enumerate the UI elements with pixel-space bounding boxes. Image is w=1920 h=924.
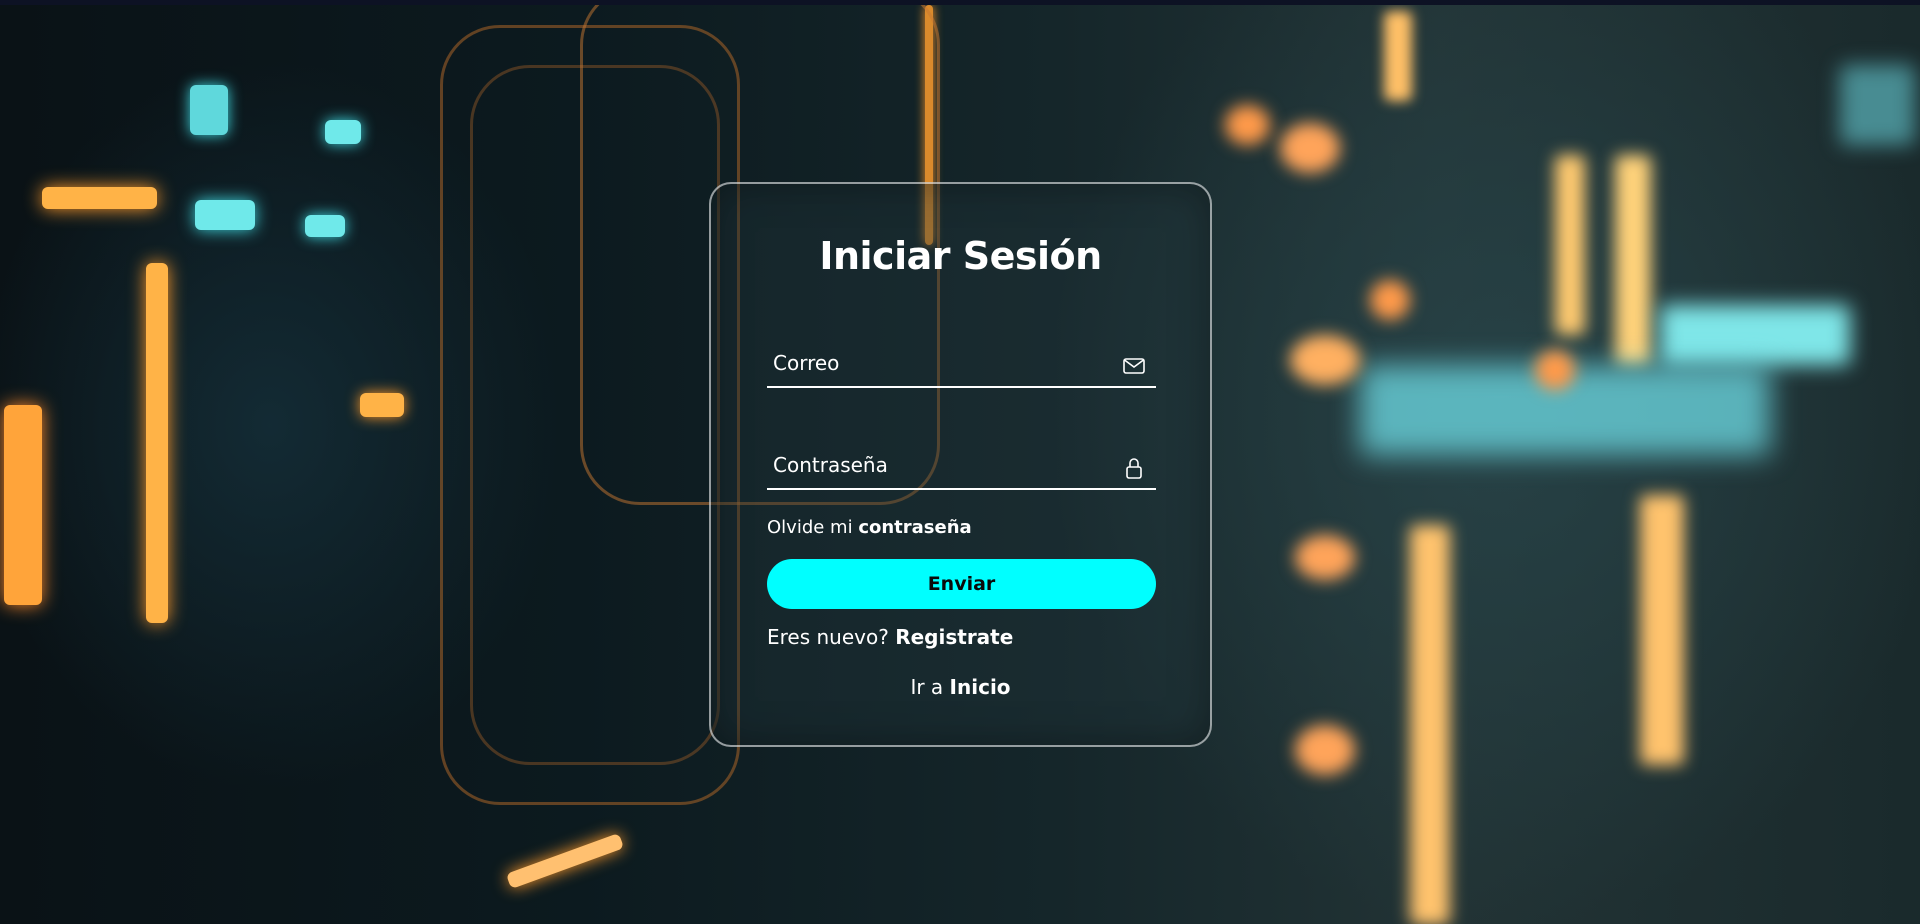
decor-light xyxy=(505,832,625,890)
decor-light xyxy=(305,215,345,237)
decor-bokeh xyxy=(1535,350,1575,390)
decor-bokeh xyxy=(1295,725,1355,775)
home-row: Ir a Inicio xyxy=(711,675,1210,699)
decor-bokeh xyxy=(1370,280,1410,320)
decor-light xyxy=(1640,495,1684,765)
decor-light xyxy=(1840,65,1915,145)
decor-light xyxy=(146,263,168,623)
submit-button[interactable]: Enviar xyxy=(767,559,1156,609)
password-field-wrapper xyxy=(767,442,1156,490)
forgot-password-row: Olvide mi contraseña xyxy=(767,517,972,538)
forgot-password-link[interactable]: contraseña xyxy=(858,517,971,538)
decor-bokeh xyxy=(1295,535,1355,580)
decor-bokeh xyxy=(1290,335,1360,385)
login-card: Iniciar Sesión Olvide mi contraseña Envi… xyxy=(709,182,1212,747)
register-prefix: Eres nuevo? xyxy=(767,625,889,649)
decor-light xyxy=(1615,155,1651,365)
decor-light xyxy=(1660,305,1850,365)
email-field-wrapper xyxy=(767,340,1156,388)
mail-icon xyxy=(1122,354,1146,378)
forgot-password-prefix: Olvide mi xyxy=(767,517,853,538)
decor-light xyxy=(42,187,157,209)
decor-light xyxy=(360,393,404,417)
decor-light xyxy=(4,405,42,605)
decor-light xyxy=(1410,525,1450,924)
decor-light xyxy=(195,200,255,230)
decor-light xyxy=(325,120,361,144)
home-link[interactable]: Inicio xyxy=(950,675,1011,699)
decor-bokeh xyxy=(1280,123,1340,173)
login-title: Iniciar Sesión xyxy=(819,234,1102,278)
decor-light xyxy=(1555,155,1585,335)
register-link[interactable]: Registrate xyxy=(895,625,1013,649)
decor-light xyxy=(190,85,228,135)
home-prefix: Ir a xyxy=(910,675,944,699)
decor-bokeh xyxy=(1225,105,1270,145)
register-row: Eres nuevo? Registrate xyxy=(767,625,1013,649)
lock-icon xyxy=(1122,456,1146,480)
password-field[interactable] xyxy=(767,442,1156,488)
email-field[interactable] xyxy=(767,340,1156,386)
decor-light xyxy=(1384,11,1412,101)
